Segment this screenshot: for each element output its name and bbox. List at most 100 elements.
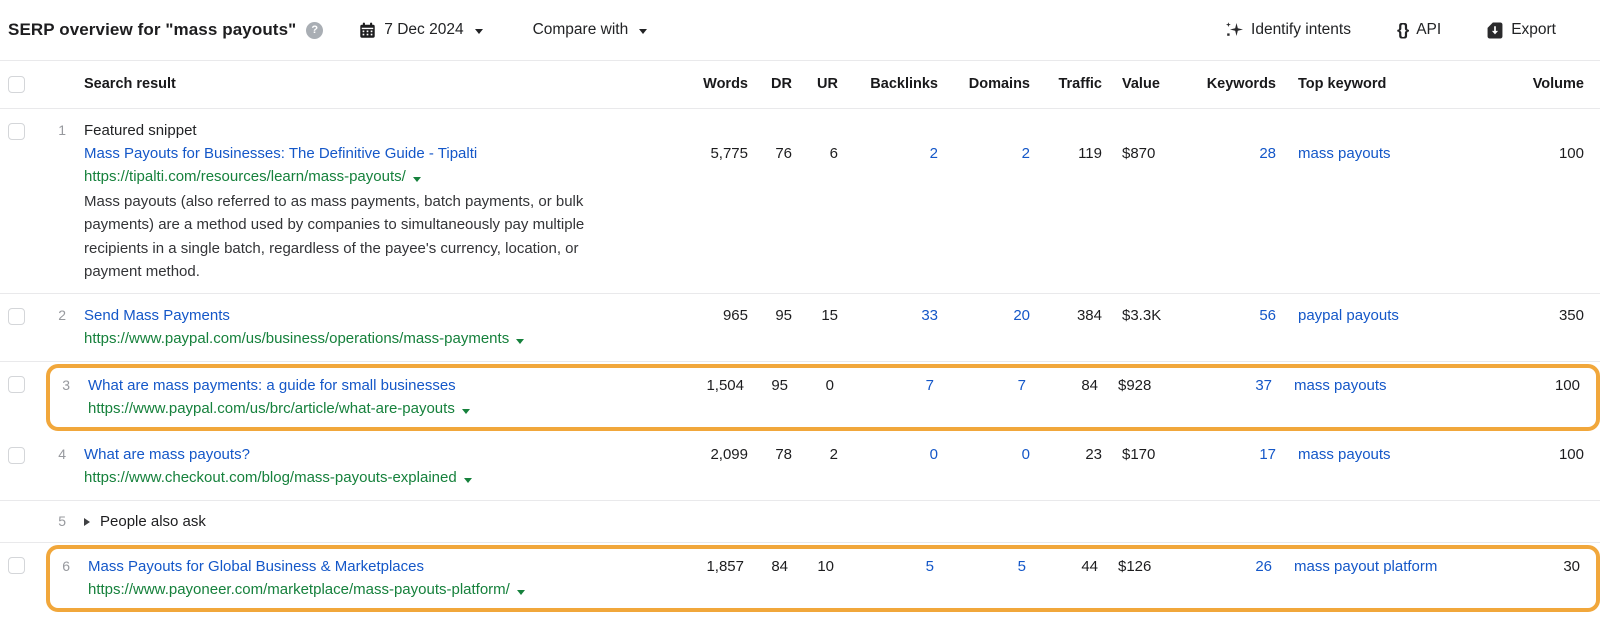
result-url[interactable]: https://tipalti.com/resources/learn/mass… [84,168,406,185]
export-button[interactable]: Export [1487,21,1556,39]
keywords-link[interactable]: 17 [1176,443,1276,490]
table-row: 4 What are mass payouts? https://www.che… [0,433,1600,502]
column-header-volume[interactable]: Volume [1504,73,1600,96]
backlinks-link[interactable]: 33 [838,304,938,351]
value-value: $3.3K [1122,307,1162,325]
select-all-checkbox[interactable] [8,76,25,93]
row-checkbox[interactable] [8,447,25,465]
column-header-dr[interactable]: DR [748,73,792,96]
table-row-highlighted: 3 What are mass payments: a guide for sm… [0,362,1600,433]
dr-value: 76 [775,145,792,162]
keywords-link[interactable]: 28 [1176,119,1276,283]
table-row: 1 Featured snippet Mass Payouts for Busi… [0,109,1600,295]
chevron-down-icon [474,28,483,34]
expand-arrow-icon[interactable] [84,518,90,527]
compare-with-button[interactable]: Compare with [533,21,648,39]
volume-value: 100 [1558,145,1584,162]
column-header-backlinks[interactable]: Backlinks [838,73,938,96]
table-row-highlighted: 6 Mass Payouts for Global Business & Mar… [0,543,1600,614]
words-value: 5,775 [710,145,748,162]
url-dropdown-caret[interactable] [463,478,472,484]
column-header-traffic[interactable]: Traffic [1030,73,1102,96]
column-header-ur[interactable]: UR [792,73,838,96]
date-label: 7 Dec 2024 [384,21,464,38]
domains-link[interactable]: 0 [938,443,1030,490]
column-header-value[interactable]: Value [1102,73,1176,96]
keywords-link[interactable]: 56 [1176,304,1276,351]
identify-intents-label: Identify intents [1251,21,1351,38]
ur-value: 6 [829,145,838,162]
orange-highlight-ring: 6 Mass Payouts for Global Business & Mar… [46,545,1600,613]
volume-value: 30 [1563,558,1580,576]
keywords-link[interactable]: 37 [1172,374,1272,421]
column-header-words[interactable]: Words [676,73,748,96]
keywords-link[interactable]: 26 [1172,555,1272,602]
people-also-ask-label[interactable]: People also ask [100,513,206,530]
words-value: 1,857 [706,558,744,576]
ur-value: 2 [829,446,838,464]
chevron-down-icon [639,28,648,34]
domains-link[interactable]: 2 [938,119,1030,283]
ur-value: 10 [817,558,834,576]
dr-value: 78 [775,446,792,464]
domains-link[interactable]: 20 [938,304,1030,351]
value-value: $928 [1118,377,1152,395]
top-keyword-link[interactable]: mass payouts [1298,446,1391,463]
backlinks-link[interactable]: 2 [838,119,938,283]
help-icon[interactable]: ? [306,21,324,39]
column-header-top-keyword[interactable]: Top keyword [1276,73,1504,96]
row-checkbox[interactable] [8,376,25,394]
domains-link[interactable]: 5 [934,555,1026,602]
result-title-link[interactable]: What are mass payments: a guide for smal… [88,374,456,397]
domains-link[interactable]: 7 [934,374,1026,421]
row-checkbox[interactable] [8,123,25,140]
dr-value: 95 [775,307,792,325]
result-title-link[interactable]: Mass Payouts for Businesses: The Definit… [84,142,477,165]
top-keyword-link[interactable]: mass payouts [1294,377,1387,394]
calendar-icon [360,22,376,38]
result-title-link[interactable]: Mass Payouts for Global Business & Marke… [88,555,424,578]
export-label: Export [1511,21,1556,38]
date-picker-button[interactable]: 7 Dec 2024 [359,21,483,39]
traffic-value: 44 [1081,558,1098,576]
backlinks-link[interactable]: 0 [838,443,938,490]
identify-intents-button[interactable]: Identify intents [1225,21,1351,39]
top-keyword-link[interactable]: mass payouts [1298,145,1391,162]
column-header-domains[interactable]: Domains [938,73,1030,96]
row-checkbox[interactable] [8,557,25,575]
result-title-link[interactable]: What are mass payouts? [84,443,250,466]
column-header-search-result[interactable]: Search result [84,73,676,96]
top-keyword-link[interactable]: mass payout platform [1294,558,1437,575]
table-header-row: Search result Words DR UR Backlinks Doma… [0,61,1600,109]
result-position: 6 [62,558,70,575]
url-dropdown-caret[interactable] [516,339,525,345]
top-keyword-link[interactable]: paypal payouts [1298,307,1399,324]
volume-value: 350 [1558,307,1584,325]
api-button[interactable]: {} API [1397,20,1441,40]
traffic-value: 119 [1078,145,1102,162]
column-header-keywords[interactable]: Keywords [1176,73,1276,96]
url-dropdown-caret[interactable] [461,409,470,415]
ur-value: 0 [825,377,834,395]
result-position: 1 [58,122,66,138]
backlinks-link[interactable]: 5 [834,555,934,602]
row-checkbox[interactable] [8,308,25,326]
url-dropdown-caret[interactable] [516,590,525,596]
result-url[interactable]: https://www.payoneer.com/marketplace/mas… [88,581,510,598]
result-url[interactable]: https://www.paypal.com/us/business/opera… [84,330,509,347]
table-row-people-also-ask: 5 People also ask [0,501,1600,544]
volume-value: 100 [1558,446,1584,464]
result-url[interactable]: https://www.checkout.com/blog/mass-payou… [84,469,457,486]
result-title-link[interactable]: Send Mass Payments [84,304,230,327]
backlinks-link[interactable]: 7 [834,374,934,421]
url-dropdown-caret[interactable] [412,177,421,182]
orange-highlight-ring: 3 What are mass payments: a guide for sm… [46,364,1600,432]
result-position: 4 [58,446,66,463]
words-value: 2,099 [710,446,748,464]
traffic-value: 23 [1085,446,1102,464]
page-title: SERP overview for "mass payouts" [8,20,297,39]
value-value: $870 [1122,145,1156,162]
featured-snippet-label: Featured snippet [84,122,197,139]
sparkles-icon [1226,22,1244,36]
result-url[interactable]: https://www.paypal.com/us/brc/article/wh… [88,400,455,417]
